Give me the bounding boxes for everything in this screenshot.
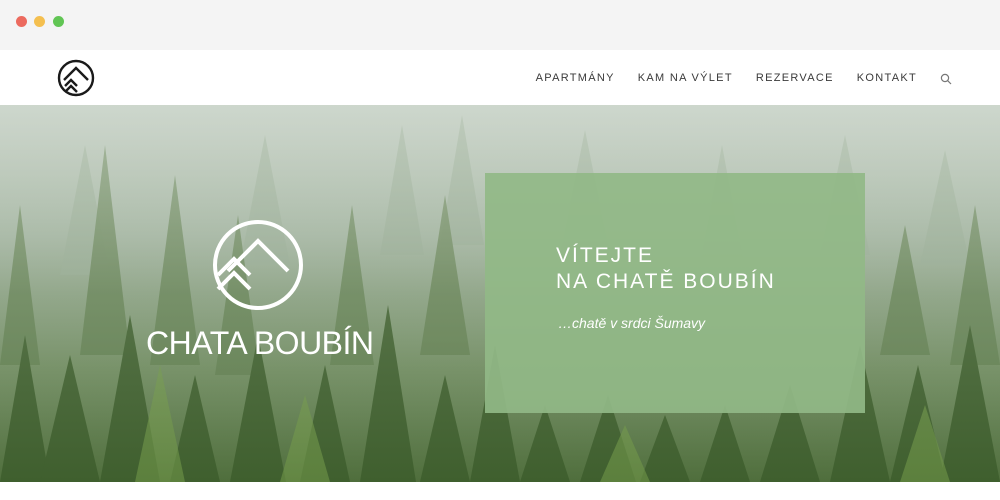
main-nav: APARTMÁNY KAM NA VÝLET REZERVACE KONTAKT <box>513 50 952 105</box>
nav-item-apartmany[interactable]: APARTMÁNY <box>536 72 615 84</box>
page-bottom-strip <box>0 482 1000 500</box>
browser-chrome <box>0 0 1000 50</box>
window-minimize-button[interactable] <box>34 16 45 27</box>
nav-item-kam-na-vylet[interactable]: KAM NA VÝLET <box>638 72 733 84</box>
window-maximize-button[interactable] <box>53 16 64 27</box>
window-close-button[interactable] <box>16 16 27 27</box>
welcome-heading-line-2: NA CHATĚ BOUBÍN <box>556 270 776 293</box>
tagline: …chatě v srdci Šumavy <box>558 315 706 331</box>
site-header: APARTMÁNY KAM NA VÝLET REZERVACE KONTAKT <box>0 50 1000 105</box>
hero-section: CHATA BOUBÍN VÍTEJTE NA CHATĚ BOUBÍN …ch… <box>0 105 1000 482</box>
chata-boubin-emblem-icon <box>210 217 306 313</box>
chata-boubin-logo-icon[interactable] <box>56 58 96 98</box>
brand-name: CHATA BOUBÍN <box>146 325 374 361</box>
nav-item-kontakt[interactable]: KONTAKT <box>857 72 917 84</box>
search-icon[interactable] <box>940 72 952 84</box>
welcome-heading-line-1: VÍTEJTE <box>556 244 655 267</box>
nav-item-rezervace[interactable]: REZERVACE <box>756 72 834 84</box>
welcome-box: VÍTEJTE NA CHATĚ BOUBÍN …chatě v srdci Š… <box>485 173 865 413</box>
